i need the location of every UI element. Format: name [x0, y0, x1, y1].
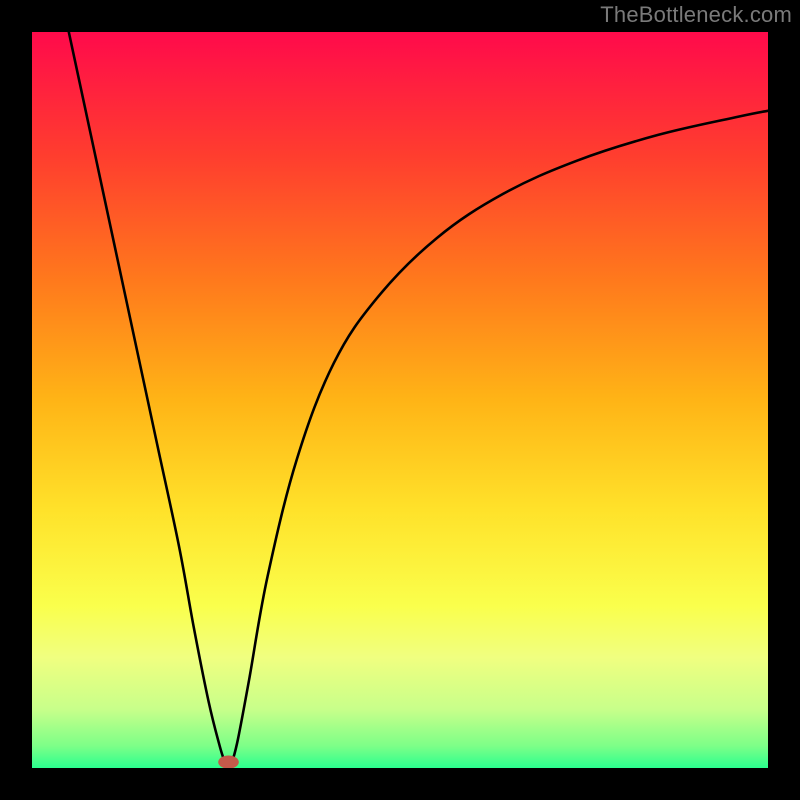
- chart-frame: TheBottleneck.com: [0, 0, 800, 800]
- chart-svg: [32, 32, 768, 768]
- chart-plot-area: [32, 32, 768, 768]
- watermark-text: TheBottleneck.com: [600, 2, 792, 28]
- gradient-background: [32, 32, 768, 768]
